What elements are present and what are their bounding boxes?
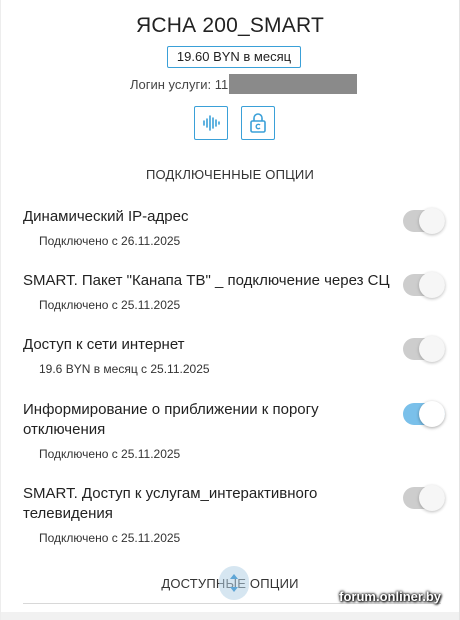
footer-strip: [1, 612, 459, 620]
option-subtitle: 19.6 BYN в месяц с 25.11.2025: [39, 362, 210, 376]
service-login-label: Логин услуги: 11: [130, 77, 229, 92]
option-title: Информирование о приближении к порогу от…: [23, 401, 319, 438]
option-subtitle: Подключено с 25.11.2025: [39, 447, 181, 461]
lock-button[interactable]: [241, 106, 275, 140]
option-title: SMART. Доступ к услугам_интерактивного т…: [23, 485, 318, 522]
voice-button[interactable]: [194, 106, 228, 140]
waveform-icon: [203, 115, 220, 131]
option-item: Доступ к сети интернет 19.6 BYN в месяц …: [23, 335, 445, 377]
option-title: Динамический IP-адрес: [23, 208, 189, 225]
option-toggle[interactable]: [403, 271, 445, 298]
option-toggle[interactable]: [403, 207, 445, 234]
option-item: SMART. Доступ к услугам_интерактивного т…: [23, 484, 445, 546]
option-toggle[interactable]: [403, 400, 445, 427]
option-title: SMART. Пакет "Канапа ТВ" _ подключение ч…: [23, 272, 390, 289]
tariff-panel: ЯСНА 200_SMART 19.60 BYN в месяц Логин у…: [0, 0, 460, 620]
option-item: SMART. Пакет "Канапа ТВ" _ подключение ч…: [23, 271, 445, 313]
option-toggle[interactable]: [403, 484, 445, 511]
scroll-button[interactable]: [219, 566, 249, 600]
price-badge: 19.60 BYN в месяц: [167, 46, 301, 68]
option-item: Информирование о приближении к порогу от…: [23, 400, 445, 462]
option-toggle[interactable]: [403, 335, 445, 362]
option-subtitle: Подключено с 26.11.2025: [39, 234, 181, 248]
plan-title: ЯСНА 200_SMART: [136, 14, 324, 37]
option-subtitle: Подключено с 25.11.2025: [39, 298, 181, 312]
scroll-arrows-icon: [230, 574, 238, 592]
lock-icon: [250, 113, 266, 133]
connected-options-heading: ПОДКЛЮЧЕННЫЕ ОПЦИИ: [145, 167, 315, 182]
option-subtitle: Подключено с 25.11.2025: [39, 531, 181, 545]
forum-watermark: forum.onliner.by: [339, 589, 441, 604]
option-item: Динамический IP-адрес Подключено с 26.11…: [23, 207, 445, 249]
option-title: Доступ к сети интернет: [23, 336, 185, 353]
login-redaction: [229, 74, 357, 94]
